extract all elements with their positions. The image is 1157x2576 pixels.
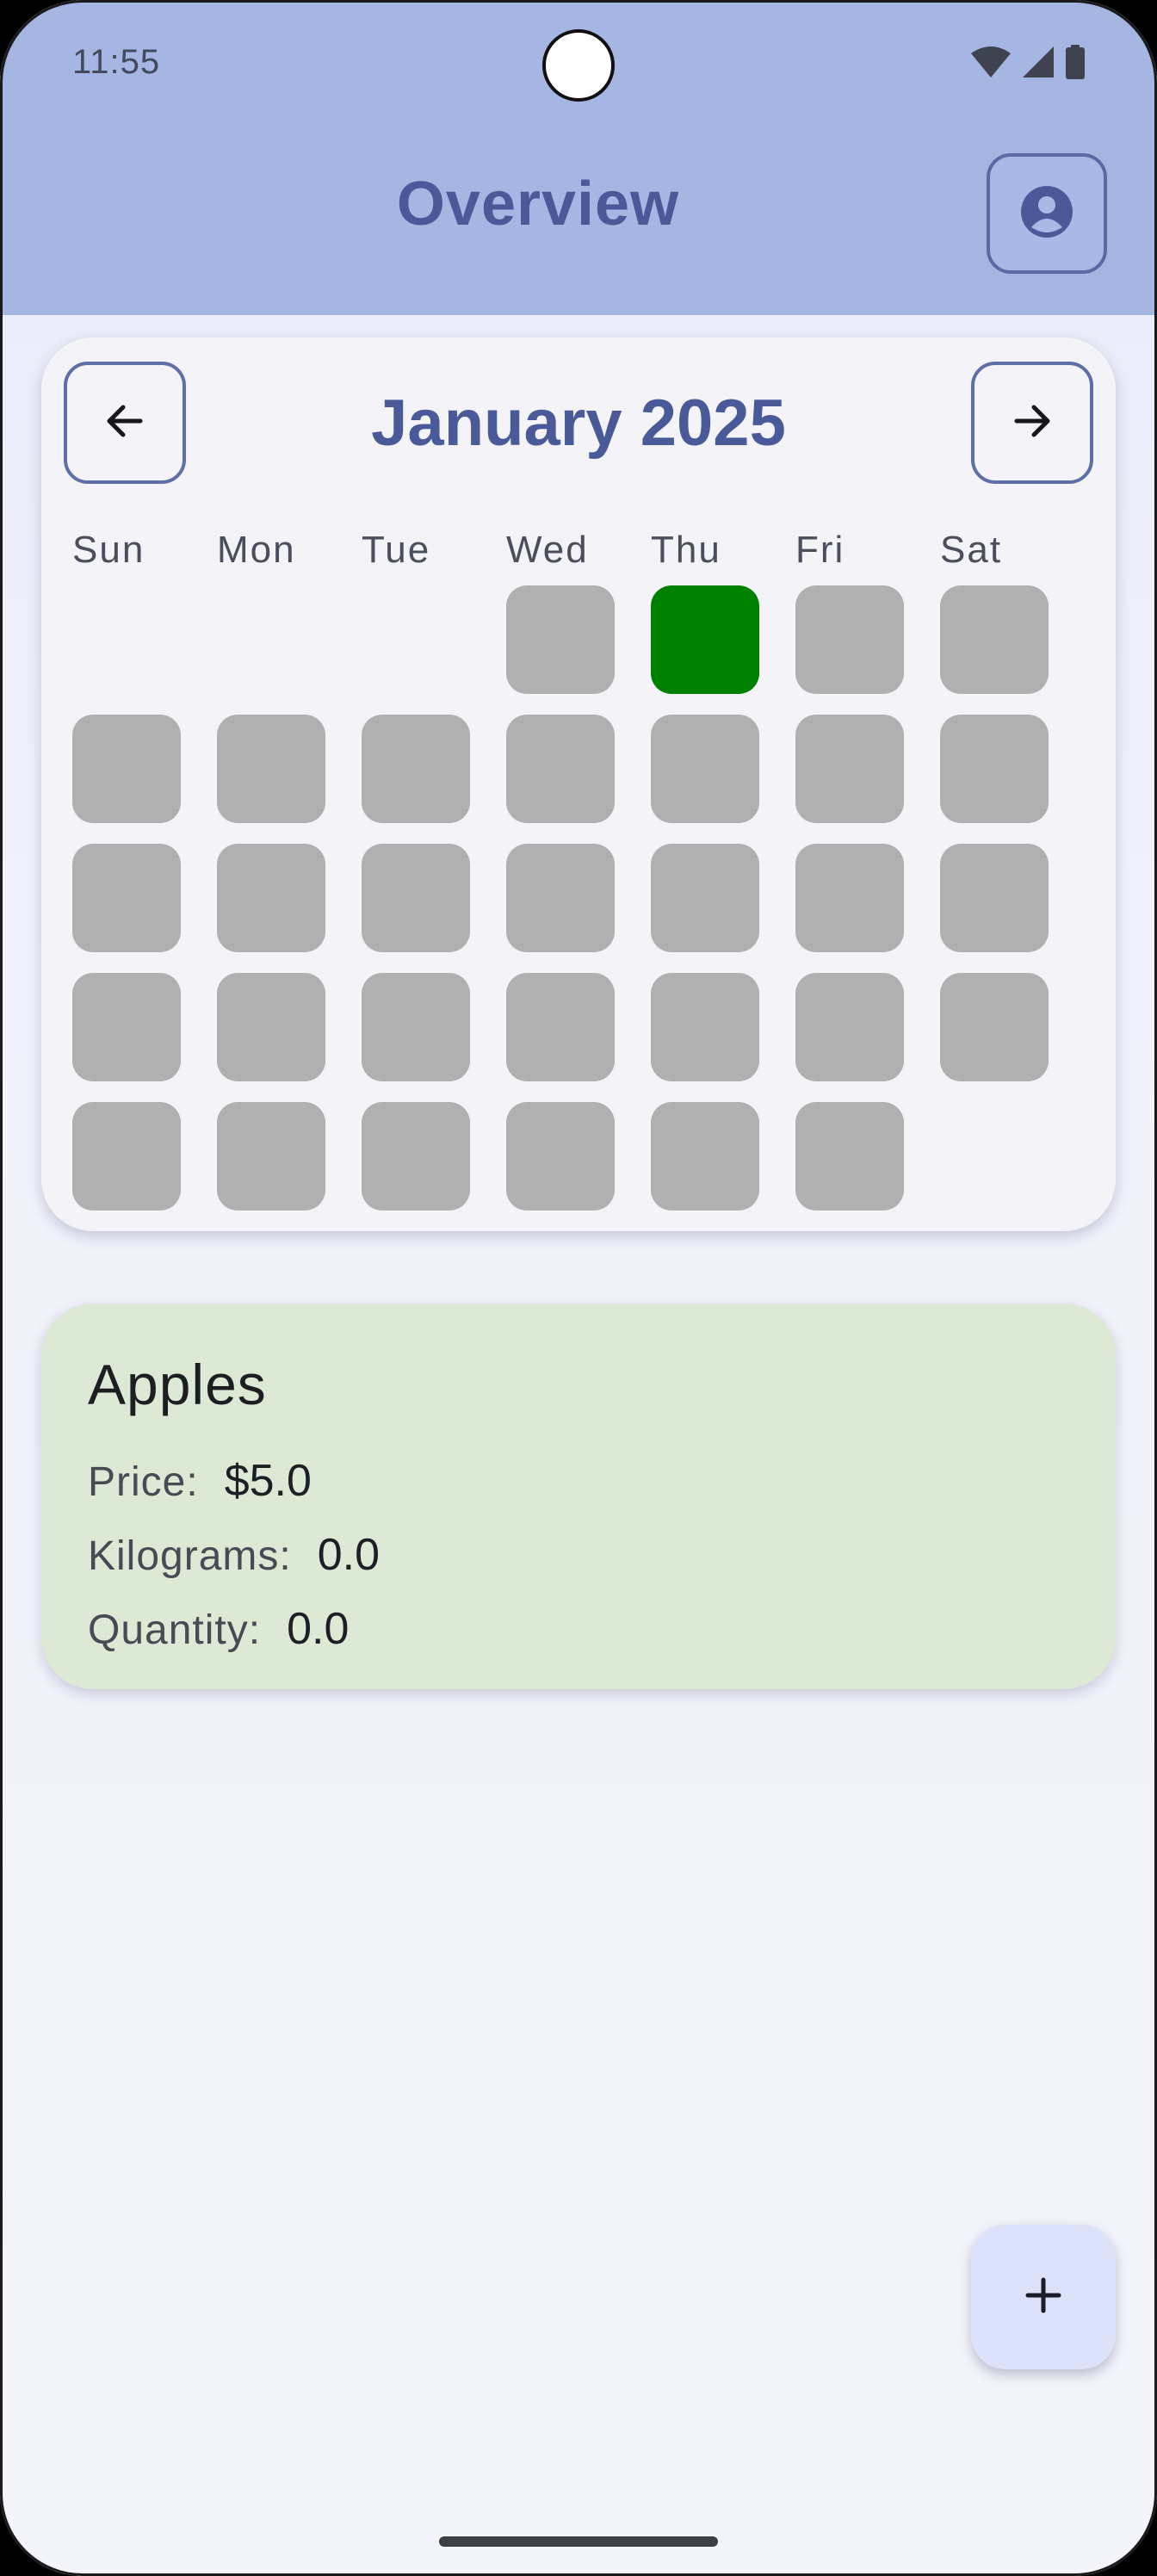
calendar-day-31[interactable] — [795, 1102, 904, 1211]
calendar-day-11[interactable] — [940, 715, 1049, 823]
calendar-day-3[interactable] — [795, 585, 904, 694]
calendar-day-8[interactable] — [506, 715, 615, 823]
page-title: Overview — [396, 170, 680, 238]
calendar-day-17[interactable] — [795, 844, 904, 952]
calendar-day-24[interactable] — [795, 973, 904, 1081]
kilograms-label: Kilograms: — [88, 1533, 292, 1579]
top-app-bar: 11:55 Overview — [0, 0, 1157, 315]
home-indicator[interactable] — [439, 2536, 718, 2547]
weekday-label-fri: Fri — [795, 529, 845, 571]
calendar-day-27[interactable] — [217, 1102, 325, 1211]
status-icons — [971, 45, 1085, 79]
calendar-day-16[interactable] — [651, 844, 759, 952]
month-title: January 2025 — [371, 387, 786, 460]
calendar-day-7[interactable] — [362, 715, 470, 823]
calendar-day-2[interactable] — [651, 585, 759, 694]
wifi-icon — [971, 46, 1011, 77]
weekday-label-tue: Tue — [362, 529, 431, 571]
weekday-label-mon: Mon — [217, 529, 296, 571]
weekday-label-sun: Sun — [72, 529, 145, 571]
plus-icon — [1023, 2275, 1064, 2320]
calendar-day-19[interactable] — [72, 973, 181, 1081]
add-item-button[interactable] — [971, 2225, 1116, 2369]
quantity-value: 0.0 — [287, 1604, 350, 1654]
calendar-day-9[interactable] — [651, 715, 759, 823]
calendar-day-4[interactable] — [940, 585, 1049, 694]
item-card[interactable]: Apples Price: $5.0 Kilograms: 0.0 Quanti… — [41, 1303, 1116, 1689]
profile-button[interactable] — [987, 153, 1107, 274]
weekday-label-thu: Thu — [651, 529, 721, 571]
calendar-day-18[interactable] — [940, 844, 1049, 952]
price-value: $5.0 — [224, 1456, 312, 1506]
calendar-day-5[interactable] — [72, 715, 181, 823]
calendar-day-13[interactable] — [217, 844, 325, 952]
price-row: Price: $5.0 — [88, 1455, 312, 1507]
signal-icon — [1023, 46, 1054, 77]
calendar-day-12[interactable] — [72, 844, 181, 952]
camera-cutout — [542, 29, 615, 102]
calendar-day-23[interactable] — [651, 973, 759, 1081]
calendar-card: January 2025 Sun Mon Tue Wed Thu Fri Sat — [41, 337, 1116, 1231]
calendar-day-30[interactable] — [651, 1102, 759, 1211]
calendar-day-26[interactable] — [72, 1102, 181, 1211]
calendar-day-20[interactable] — [217, 973, 325, 1081]
next-month-button[interactable] — [971, 362, 1093, 484]
calendar-day-14[interactable] — [362, 844, 470, 952]
quantity-label: Quantity: — [88, 1607, 262, 1653]
kilograms-row: Kilograms: 0.0 — [88, 1529, 380, 1581]
calendar-day-6[interactable] — [217, 715, 325, 823]
calendar-day-15[interactable] — [506, 844, 615, 952]
quantity-row: Quantity: 0.0 — [88, 1603, 349, 1655]
weekday-label-sat: Sat — [940, 529, 1003, 571]
calendar-day-28[interactable] — [362, 1102, 470, 1211]
arrow-right-icon — [1008, 397, 1056, 449]
app-screen: 11:55 Overview January 2025 Sun Mon Tue … — [0, 0, 1157, 2576]
calendar-day-25[interactable] — [940, 973, 1049, 1081]
calendar-day-10[interactable] — [795, 715, 904, 823]
battery-icon — [1066, 45, 1085, 79]
status-time: 11:55 — [72, 43, 161, 81]
kilograms-value: 0.0 — [317, 1530, 381, 1580]
calendar-day-29[interactable] — [506, 1102, 615, 1211]
calendar-day-1[interactable] — [506, 585, 615, 694]
account-circle-icon — [1019, 184, 1074, 244]
item-name: Apples — [88, 1353, 267, 1416]
calendar-day-22[interactable] — [506, 973, 615, 1081]
price-label: Price: — [88, 1459, 199, 1505]
calendar-day-21[interactable] — [362, 973, 470, 1081]
weekday-label-wed: Wed — [506, 529, 589, 571]
